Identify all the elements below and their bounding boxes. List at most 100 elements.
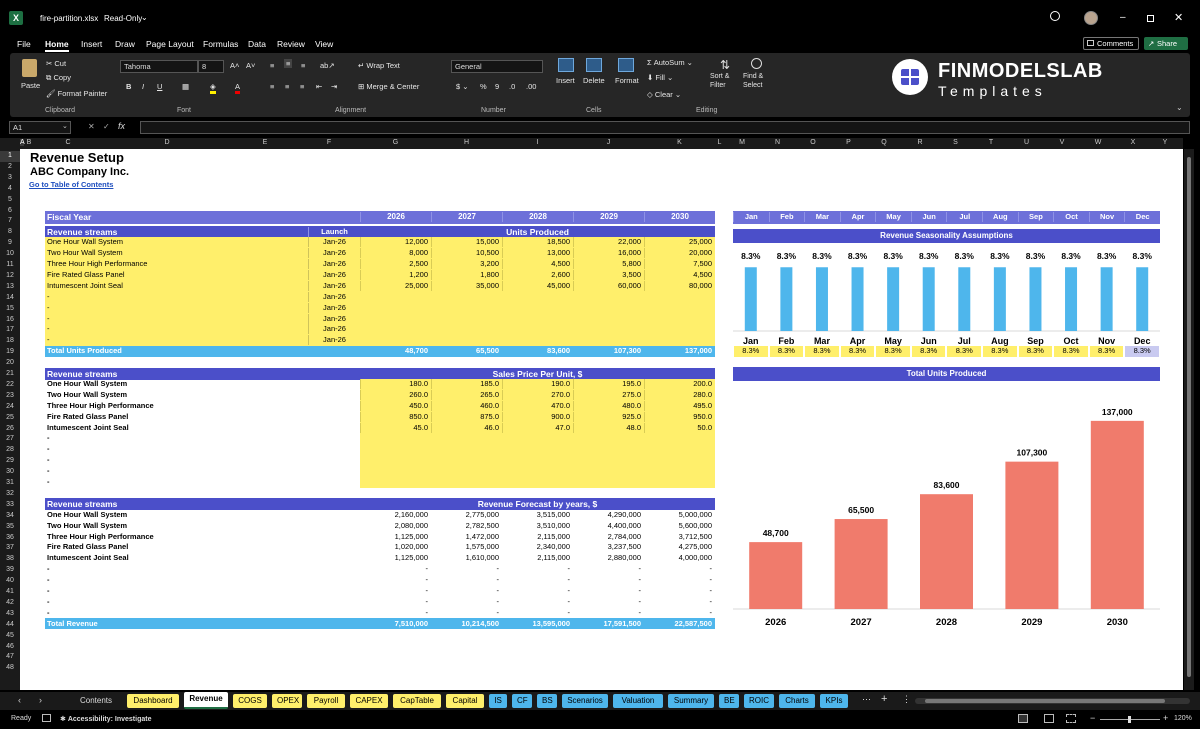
row-header[interactable]: 48 (0, 663, 20, 674)
row-header[interactable]: 39 (0, 565, 20, 576)
row-header[interactable]: 41 (0, 587, 20, 598)
units-cell[interactable]: 13,000 (502, 248, 570, 259)
row-header[interactable]: 17 (0, 325, 20, 336)
prices-cell[interactable]: 190.0 (502, 378, 570, 389)
units-row-launch[interactable]: Jan-26 (308, 259, 360, 269)
zoom-slider-thumb[interactable] (1128, 716, 1131, 723)
prices-cell[interactable]: 900.0 (502, 411, 570, 422)
fill-button[interactable]: ⬇ Fill ⌄ (647, 73, 673, 82)
select-all-corner[interactable] (0, 138, 20, 149)
column-header[interactable]: J (573, 139, 644, 146)
column-header[interactable]: D (102, 139, 232, 146)
clear-button[interactable]: ◇ Clear ⌄ (647, 90, 681, 99)
row-header[interactable]: 47 (0, 652, 20, 663)
row-header[interactable]: 15 (0, 304, 20, 315)
prices-cell[interactable]: 275.0 (573, 389, 641, 400)
units-cell[interactable]: 22,000 (573, 237, 641, 248)
close-icon[interactable]: ✕ (1174, 11, 1183, 24)
units-cell[interactable]: 10,500 (431, 248, 499, 259)
units-row-name[interactable]: One Hour Wall System (47, 237, 123, 247)
row-header[interactable]: 18 (0, 336, 20, 347)
tab-kpis[interactable]: KPIs (820, 694, 848, 708)
avatar[interactable] (1084, 11, 1098, 25)
row-header[interactable]: 26 (0, 424, 20, 435)
name-box-dropdown-icon[interactable]: ⌄ (62, 122, 68, 130)
column-header[interactable]: W (1080, 139, 1116, 146)
grow-font-icon[interactable]: A˄ (230, 61, 239, 70)
menu-data[interactable]: Data (248, 39, 266, 49)
row-header[interactable]: 43 (0, 609, 20, 620)
row-header[interactable]: 45 (0, 631, 20, 642)
align-right-icon[interactable]: ≡ (300, 82, 304, 91)
prices-cell[interactable]: 470.0 (502, 400, 570, 411)
seasonality-value-cell[interactable]: 8.3% (804, 345, 839, 357)
column-header[interactable]: V (1044, 139, 1080, 146)
menu-draw[interactable]: Draw (115, 39, 135, 49)
wrap-text-button[interactable]: ↵ Wrap Text (358, 61, 400, 70)
units-cell[interactable]: 1,200 (360, 269, 428, 280)
paste-button[interactable]: Paste (18, 57, 42, 97)
prices-cell[interactable]: 280.0 (644, 389, 712, 400)
page-break-view-icon[interactable] (1066, 714, 1076, 723)
tab-bs[interactable]: BS (537, 694, 557, 708)
units-cell[interactable]: 45,000 (502, 280, 570, 291)
units-row-launch[interactable]: Jan-26 (308, 313, 360, 324)
row-header[interactable]: 7 (0, 216, 20, 227)
units-row-launch[interactable]: Jan-26 (308, 280, 360, 291)
seasonality-value-cell[interactable]: 8.3% (768, 345, 804, 357)
units-row-launch[interactable]: Jan-26 (308, 302, 360, 313)
prices-cell[interactable]: 925.0 (573, 411, 641, 422)
units-row-name[interactable]: - (47, 314, 50, 324)
row-header[interactable]: 33 (0, 500, 20, 511)
row-header[interactable]: 11 (0, 260, 20, 271)
row-header[interactable]: 9 (0, 238, 20, 249)
row-header[interactable]: 44 (0, 620, 20, 631)
units-row-name[interactable]: Fire Rated Glass Panel (47, 270, 125, 280)
decrease-indent-icon[interactable]: ⇤ (316, 82, 322, 91)
units-cell[interactable]: 8,000 (360, 248, 428, 259)
prev-sheet-icon[interactable]: ‹ (18, 695, 21, 705)
row-header[interactable]: 38 (0, 554, 20, 565)
menu-file[interactable]: File (17, 39, 31, 49)
row-header[interactable]: 40 (0, 576, 20, 587)
units-row-launch[interactable]: Jan-26 (308, 335, 360, 346)
prices-cell[interactable]: 495.0 (644, 400, 712, 411)
units-cell[interactable]: 15,000 (431, 237, 499, 248)
more-sheets-icon[interactable]: ⋯ (862, 694, 871, 705)
seasonality-value-cell[interactable]: 8.3% (982, 345, 1017, 357)
units-cell[interactable]: 3,200 (431, 259, 499, 269)
fill-color-icon[interactable]: ◈ (210, 82, 216, 94)
fx-icon[interactable]: fx (118, 121, 125, 131)
currency-icon[interactable]: $ ⌄ (456, 82, 469, 91)
prices-cell[interactable]: 850.0 (360, 411, 428, 422)
prices-cell[interactable]: 460.0 (431, 400, 499, 411)
row-header[interactable]: 21 (0, 369, 20, 380)
prices-cell[interactable]: 480.0 (573, 400, 641, 411)
units-cell[interactable]: 16,000 (573, 248, 641, 259)
prices-cell[interactable]: 200.0 (644, 378, 712, 389)
autosum-button[interactable]: Σ AutoSum ⌄ (647, 58, 693, 67)
units-cell[interactable]: 2,600 (502, 269, 570, 280)
units-row-launch[interactable]: Jan-26 (308, 291, 360, 302)
cancel-formula-icon[interactable]: ✕ (88, 122, 95, 131)
enter-formula-icon[interactable]: ✓ (103, 122, 110, 131)
underline-icon[interactable]: U (157, 82, 162, 91)
units-cell[interactable]: 1,800 (431, 269, 499, 280)
tab-be[interactable]: BE (719, 694, 739, 708)
row-header[interactable]: 4 (0, 184, 20, 195)
seasonality-value-cell[interactable]: 8.3% (1124, 345, 1159, 357)
units-row-launch[interactable]: Jan-26 (308, 237, 360, 248)
accessibility-status[interactable]: ✱ Accessibility: Investigate (60, 715, 151, 723)
seasonality-value-cell[interactable]: 8.3% (875, 345, 910, 357)
worksheet[interactable]: Revenue Setup ABC Company Inc. Go to Tab… (20, 149, 1183, 690)
borders-icon[interactable]: ▦ (182, 82, 189, 91)
row-header[interactable]: 32 (0, 489, 20, 500)
seasonality-value-cell[interactable]: 8.3% (1088, 345, 1124, 357)
units-row-launch[interactable]: Jan-26 (308, 248, 360, 259)
read-only-badge[interactable]: Read-Only (104, 14, 142, 23)
units-cell[interactable]: 12,000 (360, 237, 428, 248)
align-left-icon[interactable]: ≡ (270, 82, 274, 91)
menu-insert[interactable]: Insert (81, 39, 102, 49)
row-header[interactable]: 46 (0, 642, 20, 653)
units-cell[interactable]: 2,500 (360, 259, 428, 269)
